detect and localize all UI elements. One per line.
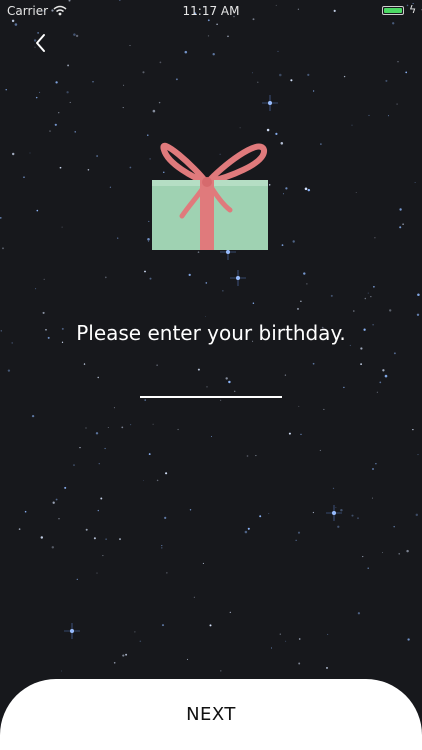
charging-icon: ϟ — [409, 3, 417, 16]
back-button[interactable] — [26, 28, 56, 58]
next-button-label: NEXT — [186, 704, 236, 725]
battery-icon — [382, 6, 404, 15]
gift-icon — [152, 142, 268, 250]
next-button[interactable]: NEXT — [0, 679, 422, 750]
chevron-left-icon — [36, 34, 45, 52]
clock-time: 11:17 AM — [182, 4, 240, 18]
status-bar: Carrier 11:17 AM ϟ — [0, 0, 422, 22]
birthday-input[interactable] — [140, 368, 282, 398]
birthday-prompt: Please enter your birthday. — [76, 321, 346, 345]
